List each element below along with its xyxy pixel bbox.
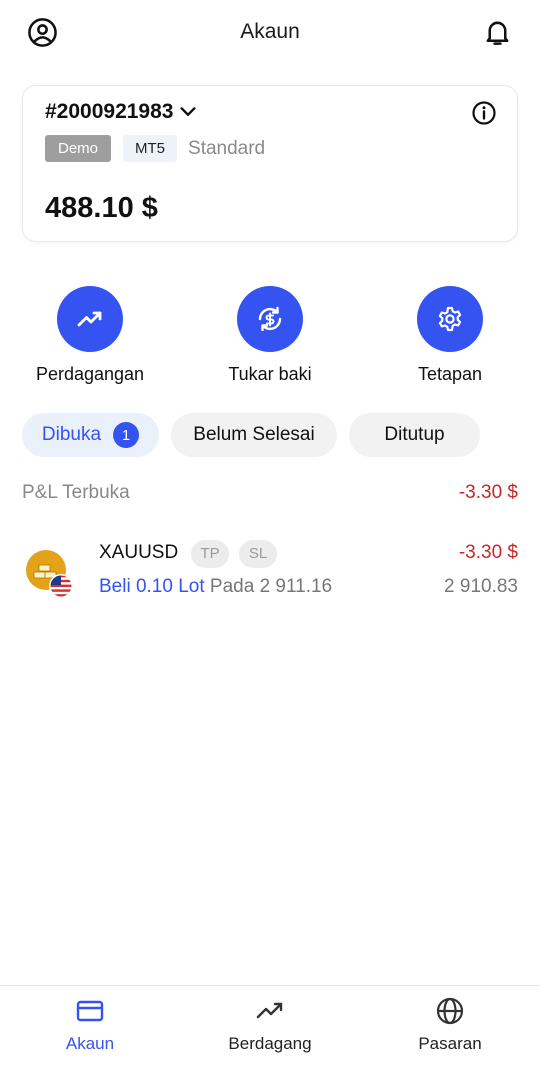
open-pnl-value: -3.30 $ — [458, 482, 518, 503]
bell-icon[interactable] — [482, 17, 513, 48]
nav-trade-label: Berdagang — [228, 1034, 312, 1053]
trade-action-label: Perdagangan — [35, 364, 145, 384]
nav-markets[interactable]: Pasaran — [360, 996, 540, 1054]
settings-action-label: Tetapan — [417, 364, 483, 384]
exchange-action-circle — [237, 286, 303, 352]
tab-pending[interactable]: Belum Selesai — [171, 413, 337, 457]
page-title: Akaun — [240, 20, 300, 43]
position-row[interactable]: XAUUSD TP SL -3.30 $ Beli 0.10 Lot Pada … — [22, 536, 518, 606]
tab-closed-label: Ditutup — [384, 424, 445, 445]
tab-pending-label: Belum Selesai — [193, 424, 315, 445]
position-detail: Beli 0.10 Lot Pada 2 911.16 — [99, 576, 332, 598]
settings-action-button[interactable]: Tetapan — [360, 286, 540, 385]
account-type: Standard — [188, 137, 266, 159]
take-profit-tag[interactable]: TP — [191, 540, 229, 568]
open-count-badge: 1 — [113, 422, 140, 448]
account-card: #2000921983 Demo MT5 Standard 488.10 $ — [22, 85, 518, 242]
trade-action-circle — [57, 286, 123, 352]
account-balance: 488.10 $ — [45, 192, 158, 224]
account-selector[interactable]: #2000921983 — [45, 100, 199, 124]
quick-actions: Perdagangan Tukar baki Tetapan — [0, 286, 540, 396]
info-icon[interactable] — [471, 100, 497, 126]
nav-account[interactable]: Akaun — [0, 996, 180, 1054]
card-icon — [76, 1000, 104, 1022]
gear-icon — [438, 306, 462, 332]
trade-action-button[interactable]: Perdagangan — [0, 286, 180, 385]
tab-open[interactable]: Dibuka 1 — [22, 413, 159, 457]
globe-icon — [436, 997, 464, 1025]
settings-action-circle — [417, 286, 483, 352]
exchange-dollar-icon — [258, 306, 282, 332]
stop-loss-tag[interactable]: SL — [239, 540, 277, 568]
position-direction: Beli 0.10 Lot — [99, 576, 205, 597]
xauusd-gold-flag-icon — [26, 550, 73, 598]
position-pnl: -3.30 $ — [458, 542, 518, 563]
app-header: Akaun — [0, 0, 540, 68]
positions-tabs: Dibuka 1 Belum Selesai Ditutup — [22, 413, 492, 457]
nav-markets-label: Pasaran — [418, 1034, 482, 1053]
open-pnl-label: P&L Terbuka — [22, 482, 130, 503]
nav-account-label: Akaun — [65, 1034, 115, 1053]
tab-closed[interactable]: Ditutup — [349, 413, 480, 457]
tab-open-label: Dibuka — [41, 424, 102, 445]
account-number: #2000921983 — [45, 100, 174, 123]
position-symbol: XAUUSD — [99, 542, 179, 563]
platform-badge: MT5 — [123, 135, 178, 162]
nav-trade[interactable]: Berdagang — [180, 996, 360, 1054]
bottom-nav: Akaun Berdagang Pasaran — [0, 985, 540, 1080]
trend-up-icon — [77, 311, 102, 327]
position-open-price: Pada 2 911.16 — [209, 576, 333, 597]
account-badges: Demo MT5 Standard — [45, 135, 265, 162]
exchange-balance-button[interactable]: Tukar baki — [180, 286, 360, 385]
trend-up-icon — [256, 1002, 283, 1019]
position-current-price: 2 910.83 — [444, 576, 518, 597]
chevron-down-icon — [180, 107, 197, 116]
exchange-action-label: Tukar baki — [228, 364, 312, 384]
demo-badge: Demo — [45, 135, 112, 162]
